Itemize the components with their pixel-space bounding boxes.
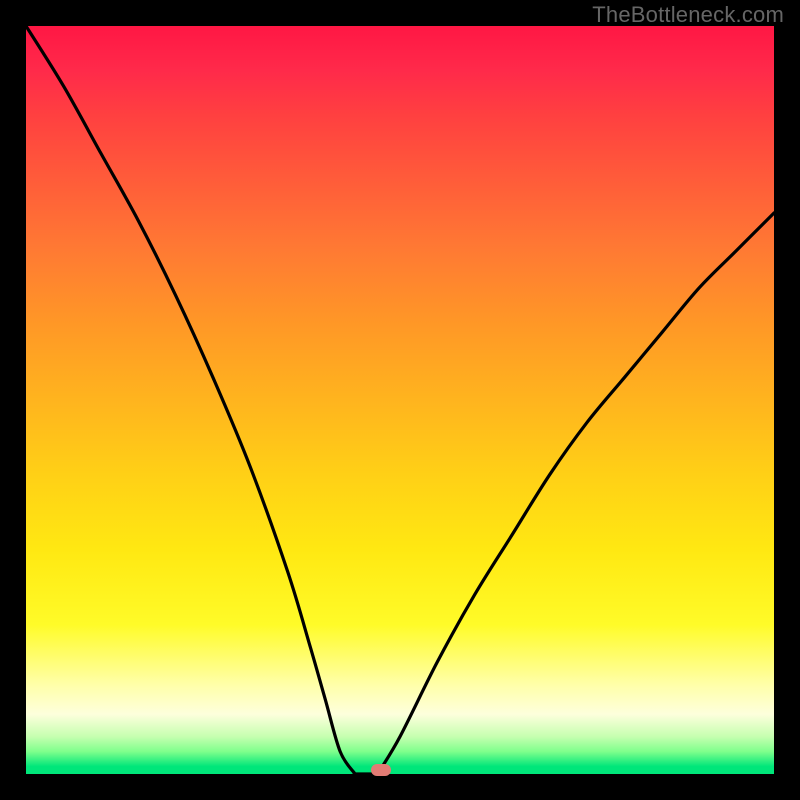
bottleneck-curve xyxy=(26,26,774,774)
curve-path xyxy=(26,26,774,777)
plot-area xyxy=(26,26,774,774)
optimum-marker xyxy=(371,764,391,776)
watermark-text: TheBottleneck.com xyxy=(592,2,784,28)
chart-frame: TheBottleneck.com xyxy=(0,0,800,800)
